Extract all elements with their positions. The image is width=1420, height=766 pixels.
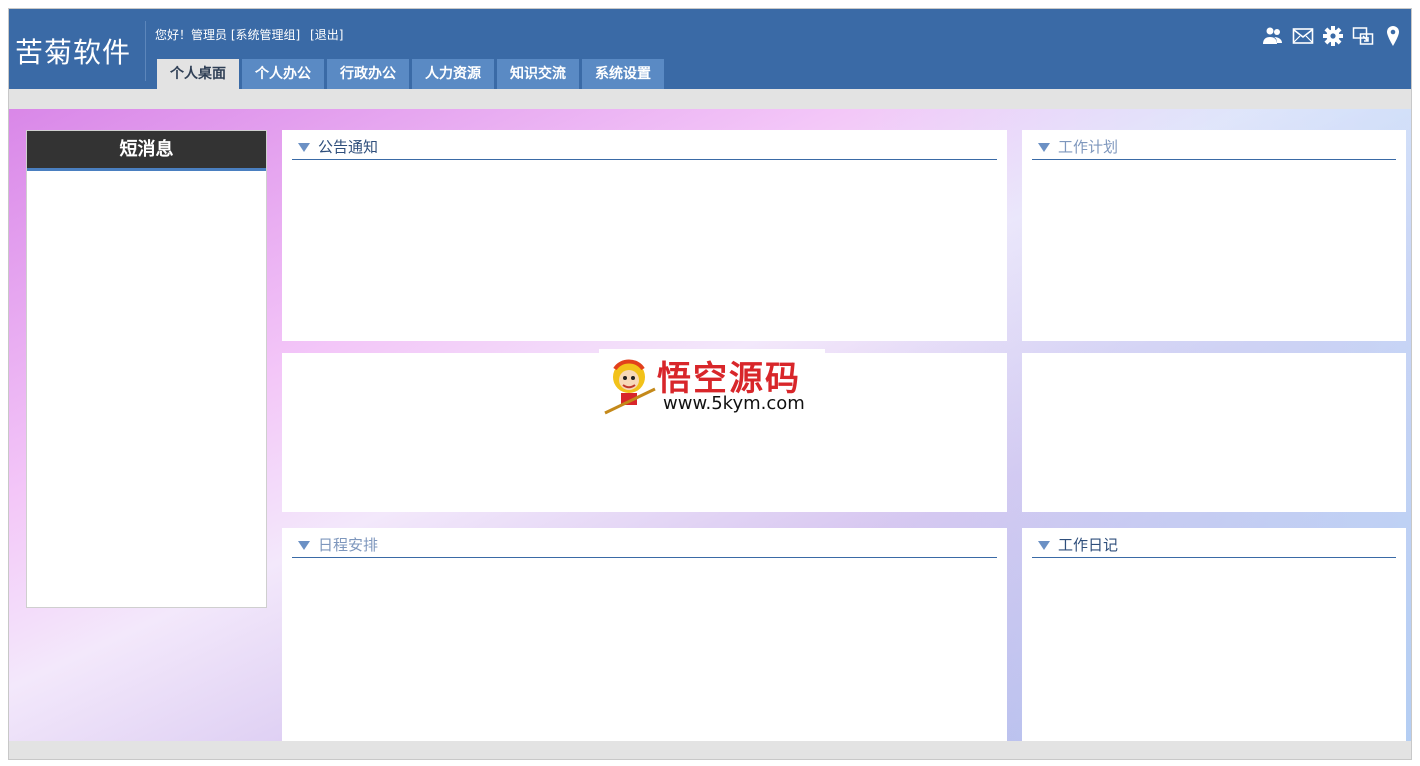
tab-knowledge[interactable]: 知识交流 [497,59,579,89]
users-icon[interactable] [1261,25,1285,47]
greeting-text: 您好！管理员 [系统管理组] [155,28,301,42]
blank-panel-right [1022,353,1406,512]
mail-icon[interactable] [1291,25,1315,47]
short-message-title: 短消息 [27,131,266,171]
location-pin-icon[interactable] [1381,25,1405,47]
schedule-panel-title: 日程安排 [318,536,379,554]
logout-link[interactable]: [退出] [310,28,343,42]
tab-personal-desktop[interactable]: 个人桌面 [157,59,239,89]
desktop-area: 短消息 公告通知 工作计划 日程安排 工作日记 悟空源码 www.5kym.co… [9,109,1411,741]
app-frame: 苦菊软件 您好！管理员 [系统管理组] [退出] 个人桌面 个人办公 行政办公 … [8,8,1412,760]
tab-human-resources[interactable]: 人力资源 [412,59,494,89]
header: 苦菊软件 您好！管理员 [系统管理组] [退出] 个人桌面 个人办公 行政办公 … [9,9,1411,89]
work-diary-panel-header[interactable]: 工作日记 [1032,533,1396,558]
short-message-panel: 短消息 [26,130,267,608]
collapse-triangle-icon[interactable] [1038,540,1050,550]
notice-panel-header[interactable]: 公告通知 [292,135,997,160]
footer-bar [9,741,1411,759]
work-diary-panel: 工作日记 [1022,528,1406,741]
work-plan-panel: 工作计划 [1022,130,1406,341]
app-logo: 苦菊软件 [15,36,132,69]
work-plan-panel-title: 工作计划 [1058,138,1119,156]
window-switch-icon[interactable] [1351,25,1375,47]
schedule-panel-header[interactable]: 日程安排 [292,533,997,558]
watermark-url: www.5kym.com [663,393,805,414]
tab-system-settings[interactable]: 系统设置 [582,59,664,89]
collapse-triangle-icon[interactable] [1038,142,1050,152]
header-divider [145,21,146,81]
notice-panel-title: 公告通知 [318,138,379,156]
gear-icon[interactable] [1321,25,1345,47]
collapse-triangle-icon[interactable] [298,142,310,152]
header-icons [1261,25,1405,47]
notice-panel: 公告通知 [282,130,1007,341]
schedule-panel: 日程安排 [282,528,1007,741]
tab-administration[interactable]: 行政办公 [327,59,409,89]
main-tabs: 个人桌面 个人办公 行政办公 人力资源 知识交流 系统设置 [157,59,664,89]
work-plan-panel-header[interactable]: 工作计划 [1032,135,1396,160]
work-diary-panel-title: 工作日记 [1058,536,1119,554]
user-greeting: 您好！管理员 [系统管理组] [退出] [155,26,343,43]
tab-personal-office[interactable]: 个人办公 [242,59,324,89]
watermark: 悟空源码 www.5kym.com [599,349,825,419]
collapse-triangle-icon[interactable] [298,540,310,550]
monkey-mascot-icon [604,359,656,415]
